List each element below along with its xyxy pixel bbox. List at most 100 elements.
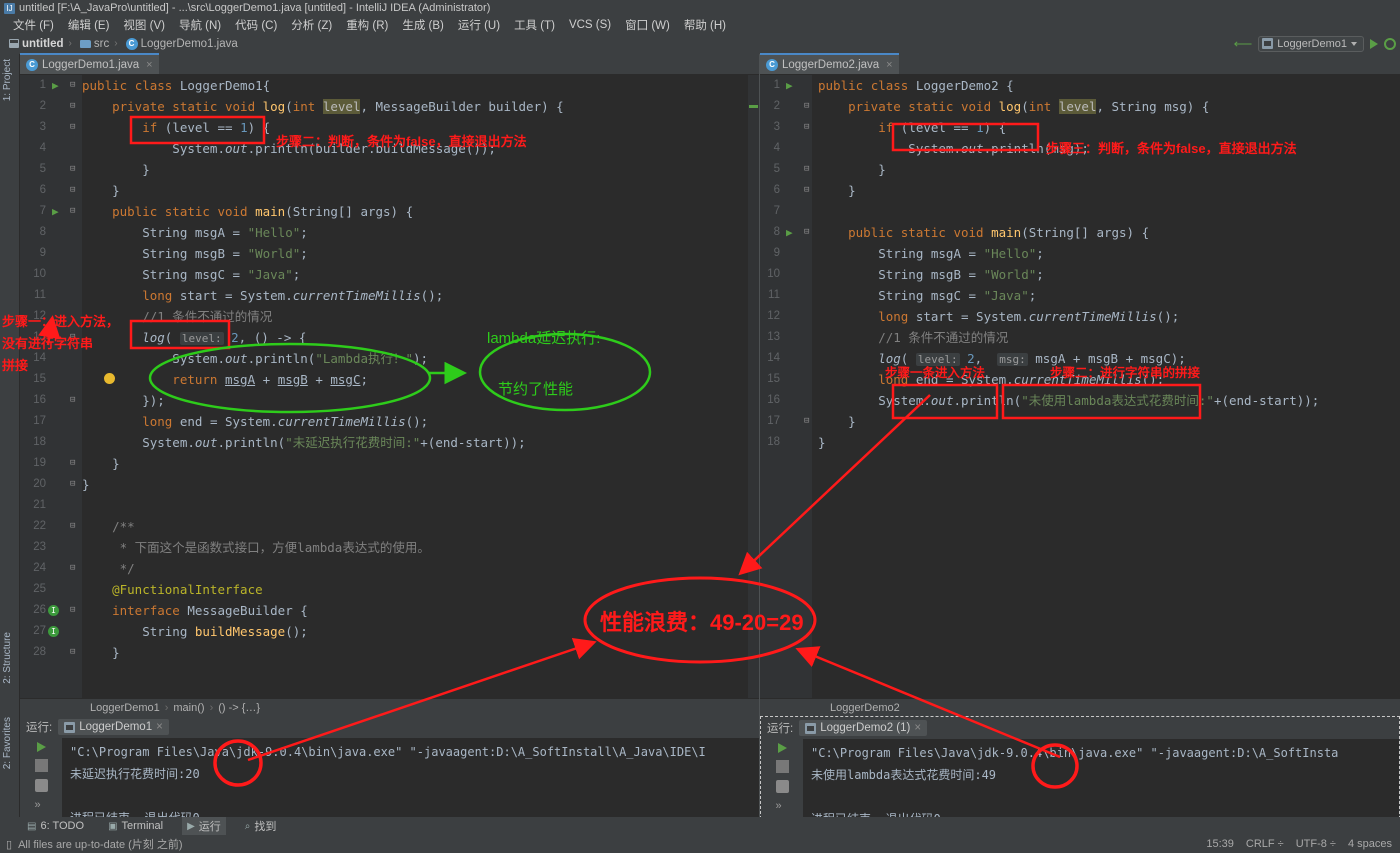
code-line[interactable]: 6 ⊟ }	[760, 180, 1400, 201]
code-line[interactable]: 7 ▶ ⊟ public static void main(String[] arg…	[20, 201, 759, 222]
code-line[interactable]: 18 System.out.println("未延迟执行花费时间:"+(end-…	[20, 432, 759, 453]
menu-item-4[interactable]: 代码 (C)	[228, 17, 284, 33]
stop-icon[interactable]	[775, 760, 789, 773]
code-line[interactable]: 8 ▶ ⊟ public static void main(String[] arg…	[760, 222, 1400, 243]
close-icon[interactable]: ×	[886, 59, 892, 71]
run-gutter-icon[interactable]: ▶	[786, 75, 793, 96]
code-line[interactable]: 14 System.out.println("Lambda执行！");	[20, 348, 759, 369]
fold-icon[interactable]: ⊟	[70, 117, 75, 138]
breadcrumb-file[interactable]: C LoggerDemo1.java	[123, 37, 241, 50]
status-line-separator[interactable]: CRLF ÷	[1246, 838, 1284, 850]
fold-icon[interactable]: ⊟	[70, 453, 75, 474]
code-line[interactable]: 2 ⊟ private static void log(int level, Me…	[20, 96, 759, 117]
code-line[interactable]: 9 String msgA = "Hello";	[760, 243, 1400, 264]
menu-item-9[interactable]: 工具 (T)	[507, 17, 562, 33]
bottom-bar-item-1[interactable]: ▣ Terminal	[103, 819, 168, 833]
breadcrumb-project[interactable]: untitled ›	[6, 38, 77, 50]
bottom-bar-item-0[interactable]: ▤ 6: TODO	[22, 819, 89, 833]
bottom-bar-item-2[interactable]: ▶ 运行	[182, 817, 226, 835]
scrollbar-left[interactable]	[748, 75, 759, 698]
menu-item-5[interactable]: 分析 (Z)	[284, 17, 339, 33]
code-line[interactable]: 16 System.out.println("未使用lambda表达式花费时间:…	[760, 390, 1400, 411]
run-configuration-selector[interactable]: LoggerDemo1	[1258, 35, 1364, 52]
code-line[interactable]: 5 ⊟ }	[760, 159, 1400, 180]
status-indent[interactable]: 4 spaces	[1348, 838, 1392, 850]
code-line[interactable]: 4 System.out.println(builder.buildMessag…	[20, 138, 759, 159]
code-area-right[interactable]: 1 ▶ public class LoggerDemo2 {2 ⊟ private s…	[760, 75, 1400, 698]
code-line[interactable]: 3 ⊟ if (level == 1) {	[20, 117, 759, 138]
run-icon[interactable]	[1370, 38, 1378, 49]
run-gutter-icon[interactable]: ▶	[52, 75, 59, 96]
more-icon[interactable]: »	[35, 799, 48, 812]
camera-icon[interactable]	[34, 779, 48, 792]
fold-icon[interactable]: ⊟	[70, 75, 75, 96]
intention-bulb-icon[interactable]	[104, 373, 115, 384]
code-line[interactable]: 12 long start = System.currentTimeMillis…	[760, 306, 1400, 327]
code-line[interactable]: 10 String msgB = "World";	[760, 264, 1400, 285]
console-output-left[interactable]: "C:\Program Files\Java\jdk-9.0.4\bin\jav…	[62, 738, 759, 829]
code-area-left[interactable]: 1 ▶ ⊟ public class LoggerDemo1{2 ⊟ private s…	[20, 75, 759, 698]
more-icon[interactable]: »	[776, 800, 789, 813]
code-line[interactable]: 20 ⊟}	[20, 474, 759, 495]
menu-item-2[interactable]: 视图 (V)	[116, 17, 172, 33]
fold-icon[interactable]: ⊟	[70, 390, 75, 411]
code-line[interactable]: 17 ⊟ }	[760, 411, 1400, 432]
code-line[interactable]: 10 String msgC = "Java";	[20, 264, 759, 285]
code-line[interactable]: 18}	[760, 432, 1400, 453]
editor-breadcrumb-item[interactable]: LoggerDemo1	[90, 702, 160, 714]
code-line[interactable]: 16 ⊟ });	[20, 390, 759, 411]
code-line[interactable]: 15 return msgA + msgB + msgC;	[20, 369, 759, 390]
code-line[interactable]: 13 ⊟ log( level: 2, () -> {	[20, 327, 759, 348]
fold-icon[interactable]: ⊟	[804, 180, 809, 201]
menu-item-3[interactable]: 导航 (N)	[172, 17, 228, 33]
code-line[interactable]: 24 ⊟ */	[20, 558, 759, 579]
tool-window-structure[interactable]: 2: Structure	[0, 629, 16, 687]
fold-icon[interactable]: ⊟	[70, 327, 75, 348]
code-line[interactable]: 28 ⊟ }	[20, 642, 759, 663]
menu-item-8[interactable]: 运行 (U)	[451, 17, 507, 33]
code-line[interactable]: 6 ⊟ }	[20, 180, 759, 201]
code-line[interactable]: 26 ⊟ interface MessageBuilder {	[20, 600, 759, 621]
code-line[interactable]: 13 //1 条件不通过的情况	[760, 327, 1400, 348]
menu-item-11[interactable]: 窗囗 (W)	[618, 17, 677, 33]
code-line[interactable]: 1 ▶ ⊟ public class LoggerDemo1{	[20, 75, 759, 96]
menu-item-6[interactable]: 重构 (R)	[339, 17, 395, 33]
editor-tab-loggerdemo2[interactable]: C LoggerDemo2.java ×	[760, 53, 899, 74]
fold-icon[interactable]: ⊟	[804, 96, 809, 117]
run-gutter-icon[interactable]: ▶	[786, 222, 793, 243]
console-tab-loggerdemo1[interactable]: LoggerDemo1 ×	[58, 719, 169, 735]
code-line[interactable]: 27 String buildMessage();	[20, 621, 759, 642]
fold-icon[interactable]: ⊟	[70, 516, 75, 537]
fold-icon[interactable]: ⊟	[70, 474, 75, 495]
code-line[interactable]: 21	[20, 495, 759, 516]
fold-icon[interactable]: ⊟	[70, 600, 75, 621]
code-line[interactable]: 23 * 下面这个是函数式接口，方便lambda表达式的使用。	[20, 537, 759, 558]
fold-icon[interactable]: ⊟	[804, 117, 809, 138]
code-line[interactable]: 5 ⊟ }	[20, 159, 759, 180]
code-line[interactable]: 7	[760, 201, 1400, 222]
console-tab-loggerdemo2[interactable]: LoggerDemo2 (1) ×	[799, 720, 928, 736]
menu-item-1[interactable]: 编辑 (E)	[61, 17, 117, 33]
fold-icon[interactable]: ⊟	[804, 222, 809, 243]
implemented-icon[interactable]: I	[48, 626, 59, 637]
menu-item-12[interactable]: 帮助 (H)	[677, 17, 733, 33]
menu-item-7[interactable]: 生成 (B)	[395, 17, 451, 33]
code-line[interactable]: 25 @FunctionalInterface	[20, 579, 759, 600]
code-line[interactable]: 8 String msgA = "Hello";	[20, 222, 759, 243]
code-line[interactable]: 22 ⊟ /**	[20, 516, 759, 537]
fold-icon[interactable]: ⊟	[70, 201, 75, 222]
close-icon[interactable]: ×	[156, 721, 163, 733]
code-line[interactable]: 19 ⊟ }	[20, 453, 759, 474]
code-line[interactable]: 4 System.out.println(msg);	[760, 138, 1400, 159]
code-line[interactable]: 17 long end = System.currentTimeMillis()…	[20, 411, 759, 432]
editor-breadcrumb-item[interactable]: main()	[173, 702, 204, 714]
menu-item-0[interactable]: 文件 (F)	[6, 17, 61, 33]
run-gutter-icon[interactable]: ▶	[52, 201, 59, 222]
fold-icon[interactable]: ⊟	[804, 159, 809, 180]
code-line[interactable]: 15 long end = System.currentTimeMillis()…	[760, 369, 1400, 390]
close-icon[interactable]: ×	[914, 722, 921, 734]
code-line[interactable]: 12 //1 条件不通过的情况	[20, 306, 759, 327]
bottom-bar-item-3[interactable]: ⌕ 找到	[240, 817, 282, 835]
fold-icon[interactable]: ⊟	[70, 159, 75, 180]
fold-icon[interactable]: ⊟	[70, 642, 75, 663]
